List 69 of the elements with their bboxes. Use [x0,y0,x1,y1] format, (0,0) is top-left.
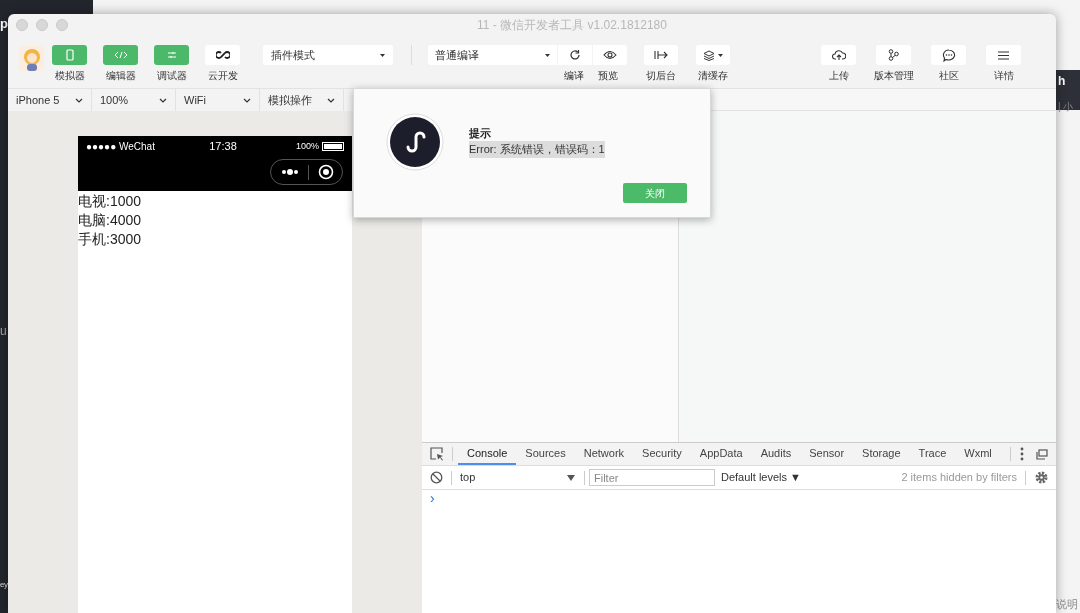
battery-text: 100% [295,139,319,153]
content-text: 电脑:4000 [78,211,142,230]
more-icon[interactable] [281,169,299,175]
background-text: p [0,15,8,33]
toolbar-label: 版本管理 [873,69,914,83]
console-prompt: › [430,490,435,506]
carrier-text: ●●●●● WeChat [86,139,156,154]
toolbar-label: 清缓存 [698,69,728,83]
clock-text: 17:38 [209,139,237,154]
inspect-icon[interactable] [430,447,444,461]
devtools-tab[interactable]: Sensor [800,443,854,465]
avatar-icon[interactable] [19,46,44,71]
branch-icon[interactable] [876,45,911,65]
devtools-tab[interactable]: Security [633,443,691,465]
toolbar-label: 调试器 [156,69,187,83]
devtools-tab[interactable]: Trace [909,443,956,465]
background-text: ey [0,580,8,590]
devtools-tab[interactable]: Audits [751,443,801,465]
hidden-items-note: 2 items hidden by filters [901,470,1017,486]
target-icon[interactable] [318,164,334,180]
background-text: u [0,323,7,340]
chevron-down-icon [159,97,167,103]
chevron-down-icon [75,97,83,103]
menu-icon[interactable] [986,45,1021,65]
cloud-upload-icon[interactable] [821,45,856,65]
mode-dropdown[interactable]: 插件模式 [263,45,393,65]
eye-icon[interactable] [593,45,627,65]
toolbar-label: 云开发 [207,69,238,83]
toolbar-label: 切后台 [646,69,676,83]
chat-bubble-icon[interactable] [931,45,966,65]
more-vertical-icon[interactable] [1020,447,1024,461]
toolbar-label: 模拟器 [54,69,85,83]
toolbar-label: 编辑器 [105,69,136,83]
toolbar-label: 详情 [993,69,1014,83]
settings-icon[interactable] [1035,471,1048,484]
compile-dropdown[interactable]: 普通编译 [428,45,557,65]
dialog-message: Error: 系统错误，错误码：1 [469,141,605,158]
levels-dropdown[interactable]: Default levels ▼ [721,469,801,486]
content-text: 电视:1000 [78,192,142,211]
devtools-tab[interactable]: Wxml [955,443,1001,465]
background-text: | 小 [1058,100,1074,114]
caret-icon [380,53,385,57]
battery-icon [322,141,344,151]
background-text: 说明 [1056,597,1078,612]
refresh-icon[interactable] [558,45,592,65]
caret-icon [567,474,575,481]
devtools-tab[interactable]: AppData [690,443,752,465]
caret-icon [545,53,550,57]
switch-background-icon[interactable] [644,45,678,65]
toolbar-label: 编译 [563,69,585,83]
context-select[interactable]: top [460,469,575,486]
background-text: h [1058,73,1066,90]
undock-icon[interactable] [1036,448,1048,460]
devtools-tab[interactable]: Storage [853,443,910,465]
devtools-tab[interactable]: Console [458,443,517,465]
toolbar-label: 上传 [828,69,849,83]
toolbar-label: 社区 [938,69,959,83]
devtools-tab[interactable]: Sources [516,443,575,465]
mini-program-logo-icon [386,113,444,171]
content-text: 手机:3000 [78,230,142,249]
chevron-down-icon [327,97,335,103]
chevron-down-icon [243,97,251,103]
toolbar-label: 预览 [597,69,619,83]
layers-icon[interactable] [696,45,730,65]
filter-field[interactable]: Filter [589,469,715,486]
sliders-icon[interactable] [154,45,189,65]
clear-console-icon[interactable] [430,471,443,484]
devtools-tab[interactable]: Network [574,443,634,465]
dialog-title: 提示 [469,126,491,141]
